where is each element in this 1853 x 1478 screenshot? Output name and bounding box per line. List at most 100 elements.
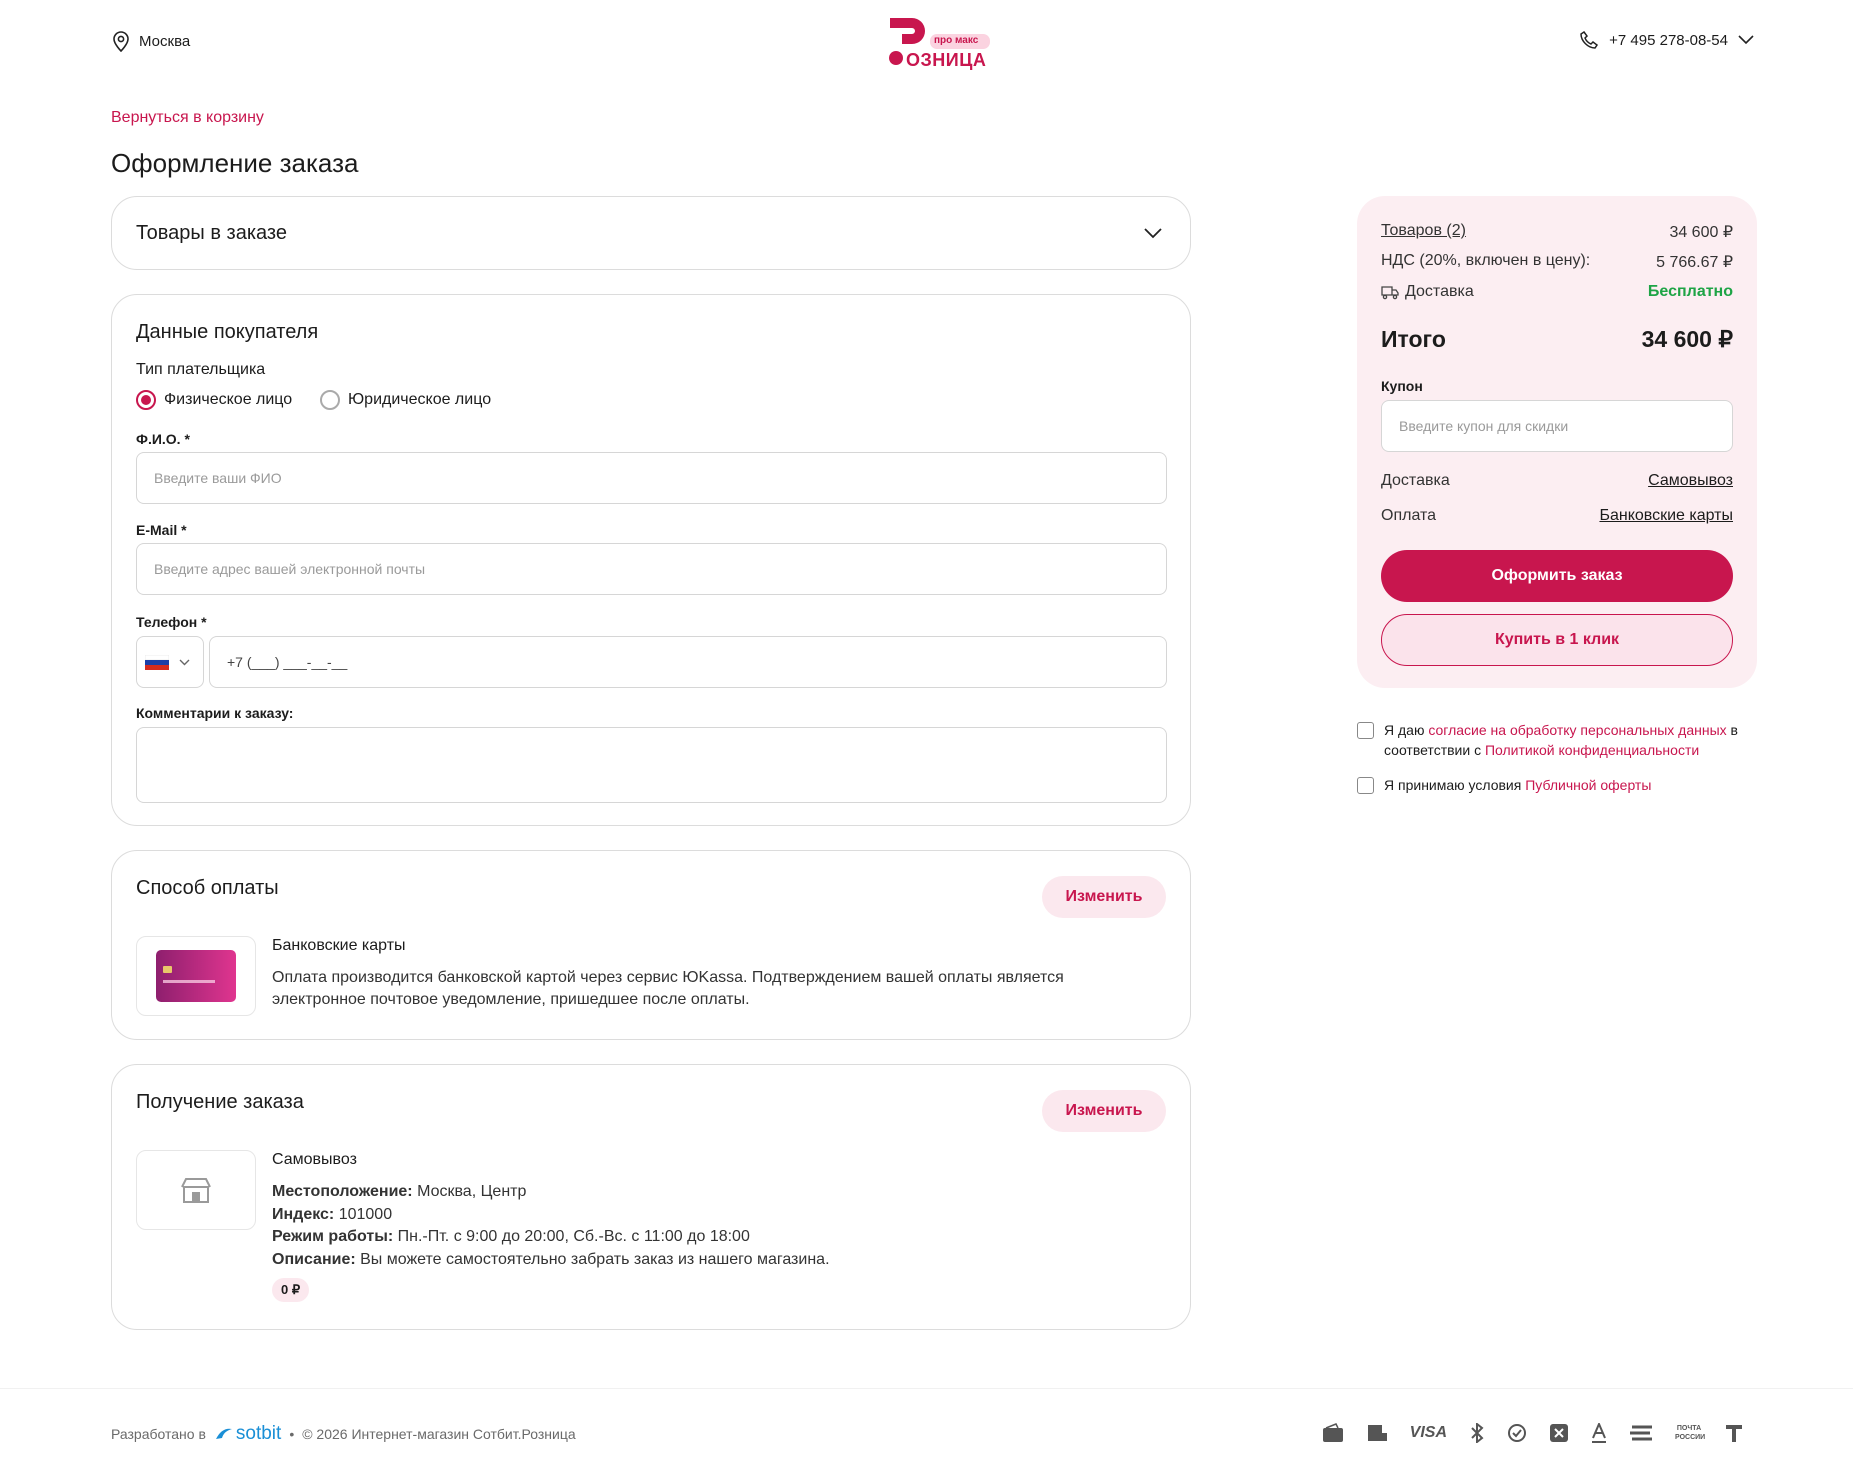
payment-method-name: Банковские карты [272,937,406,954]
index-value: 101000 [338,1205,393,1223]
header: Москва про макс ОЗНИЦА +7 495 278-08-54 [0,0,1853,84]
payment-method-label: Оплата [1381,507,1437,524]
logo-wordmark: ОЗНИЦА [906,50,987,70]
check-circle-icon [1508,1424,1526,1442]
visa-icon: VISA [1409,1424,1447,1441]
sotbit-logo-icon [215,1428,232,1439]
buy-one-click-button[interactable]: Купить в 1 клик [1381,614,1733,666]
chevron-down-icon[interactable] [1144,228,1162,240]
tbank-icon [1726,1425,1742,1442]
radio-legal-dot[interactable] [320,390,340,410]
vat-label: НДС (20%, включен в цену): [1381,252,1591,269]
pickup-section-title: Получение заказа [136,1091,304,1113]
location-pin-icon [113,31,129,52]
delivery-label: Доставка [1405,283,1474,300]
offer-checkbox[interactable] [1357,777,1374,794]
close-box-icon [1550,1424,1568,1442]
consent-personal-data: Я даю согласие на обработку персональных… [1357,720,1757,760]
comment-label: Комментарии к заказу: [136,705,294,721]
location-value: Москва, Центр [417,1183,527,1200]
phone-icon [1580,30,1599,49]
consent-text: Я даю согласие на обработку персональных… [1384,722,1738,758]
total-label: Итого [1381,326,1446,352]
city-name: Москва [139,32,191,50]
order-summary-panel: Товаров (2) 34 600 ₽ НДС (20%, включен в… [1357,196,1757,688]
developed-by-label: Разработано в [111,1426,206,1442]
delivery-method-name: Самовывоз [272,1151,357,1168]
footer: Разработано в sotbit • © 2026 Интернет-м… [0,1388,1853,1478]
personal-data-link[interactable]: согласие на обработку персональных данны… [1428,722,1726,738]
total-value: 34 600 ₽ [1641,326,1733,352]
radio-individual-dot[interactable] [136,390,156,410]
email-label: E-Mail * [136,522,187,538]
consent-offer: Я принимаю условия Публичной оферты [1357,775,1757,795]
fio-label: Ф.И.О. * [136,431,190,447]
public-offer-link[interactable]: Публичной оферты [1525,777,1651,793]
privacy-policy-link[interactable]: Политикой конфиденциальности [1485,742,1699,758]
stripes-icon [1630,1425,1652,1441]
consent-checkbox[interactable] [1357,722,1374,739]
phone-input[interactable]: +7 (___) ___-__-__ [209,636,1167,688]
alfa-icon [1592,1423,1606,1443]
coupon-input[interactable]: Введите купон для скидки [1381,400,1733,452]
back-to-cart-link[interactable]: Вернуться в корзину [111,109,264,127]
location-label: Местоположение: [272,1183,413,1200]
logo[interactable]: про макс ОЗНИЦА [886,14,996,70]
country-select[interactable] [136,636,204,688]
chevron-down-icon [179,659,190,665]
delivery-truck-icon [1381,286,1399,300]
items-count-link[interactable]: Товаров (2) [1381,222,1466,242]
delivery-price-badge: 0 ₽ [272,1278,310,1302]
order-items-title: Товары в заказе [136,222,287,244]
page-title: Оформление заказа [111,148,359,178]
change-delivery-button[interactable]: Изменить [1042,1090,1166,1132]
payment-section-title: Способ оплаты [136,877,279,899]
logo-tagline: про макс [934,35,979,46]
phone-label: Телефон * [136,614,207,630]
city-selector[interactable]: Москва [111,30,190,52]
items-total: 34 600 ₽ [1669,224,1733,241]
bluetooth-pay-icon [1471,1423,1484,1443]
bank-card-thumbnail [136,936,256,1016]
radio-legal[interactable]: Юридическое лицо [320,390,491,410]
sotbit-logo[interactable]: sotbit [214,1423,281,1445]
footer-credits: Разработано в sotbit • © 2026 Интернет-м… [111,1423,576,1445]
checkout-button[interactable]: Оформить заказ [1381,550,1733,602]
wallet-icon [1322,1423,1343,1442]
email-input[interactable]: Введите адрес вашей электронной почты [136,543,1167,595]
radio-individual-label: Физическое лицо [164,391,293,408]
bank-building-icon [1367,1425,1387,1441]
vat-value: 5 766.67 ₽ [1656,254,1733,271]
delivery-details: Местоположение: Москва, Центр Индекс: 10… [272,1181,830,1271]
bank-card-icon [156,950,236,1002]
fio-input[interactable]: Введите ваши ФИО [136,452,1167,504]
payment-method-section: Способ оплаты Изменить Банковские карты … [111,850,1191,1040]
payment-method-link[interactable]: Банковские карты [1599,507,1733,525]
order-pickup-section: Получение заказа Изменить Самовывоз Мест… [111,1064,1191,1330]
hours-label: Режим работы: [272,1228,394,1245]
description-value: Вы можете самостоятельно забрать заказ и… [360,1250,830,1268]
copyright: © 2026 Интернет-магазин Сотбит.Розница [302,1426,576,1442]
delivery-method-label: Доставка [1381,472,1450,489]
russia-flag-icon [145,654,169,670]
index-label: Индекс: [272,1205,335,1223]
russian-post-icon: ПОЧТА РОССИИ [1675,1425,1706,1441]
buyer-data-section: Данные покупателя Тип плательщика Физиче… [111,294,1191,826]
hours-value: Пн.-Пт. с 9:00 до 20:00, Сб.-Вс. с 11:00… [397,1228,750,1245]
radio-individual[interactable]: Физическое лицо [136,390,292,410]
order-items-section[interactable]: Товары в заказе [111,196,1191,270]
coupon-label: Купон [1381,378,1423,394]
sotbit-wordmark: sotbit [235,1423,282,1444]
footer-separator: • [289,1426,295,1442]
store-icon [181,1178,211,1203]
delivery-method-link[interactable]: Самовывоз [1648,472,1733,490]
payer-type-label: Тип плательщика [136,361,266,378]
phone-number: +7 495 278-08-54 [1609,31,1728,49]
change-payment-button[interactable]: Изменить [1042,876,1166,918]
store-thumbnail [136,1150,256,1230]
phone-selector[interactable]: +7 495 278-08-54 [1579,30,1754,50]
radio-legal-label: Юридическое лицо [348,391,492,408]
payment-icons: VISA ПОЧТА РОССИИ [1322,1423,1743,1443]
comment-textarea[interactable] [136,727,1167,803]
description-label: Описание: [272,1250,356,1268]
